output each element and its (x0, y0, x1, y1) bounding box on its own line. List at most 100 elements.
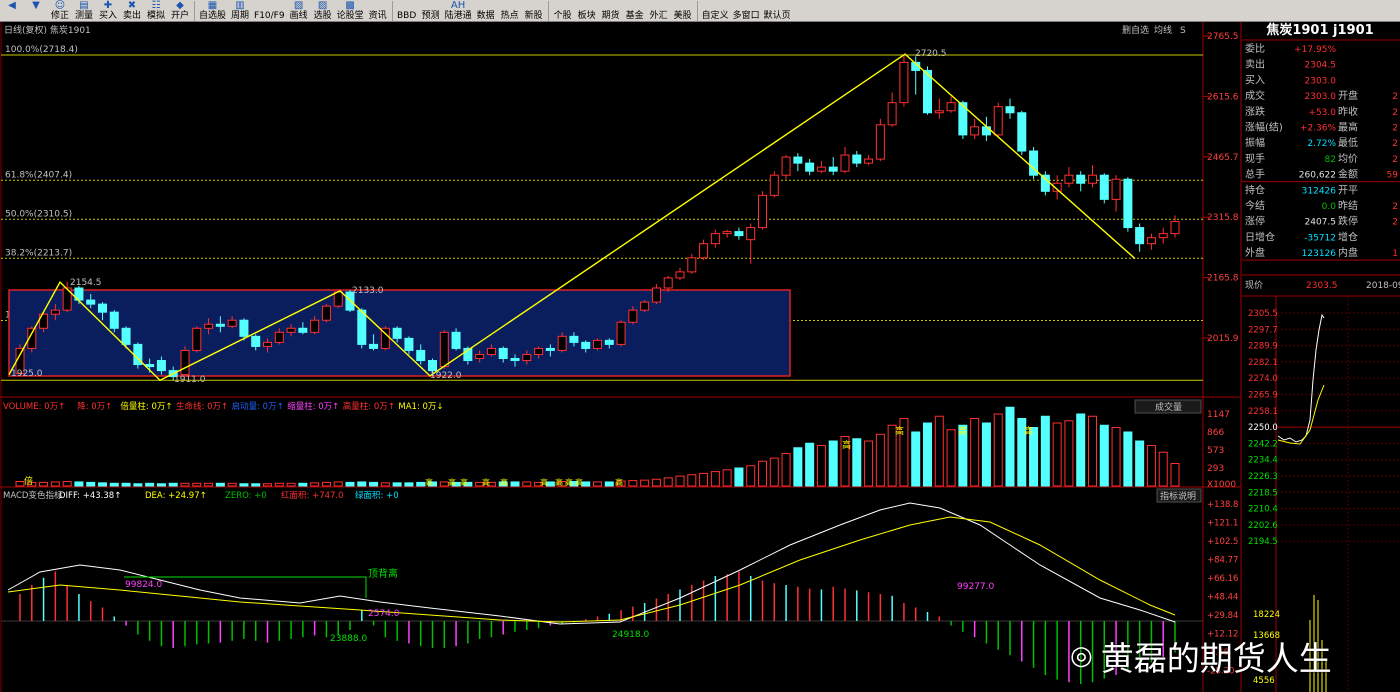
volume-bar (156, 483, 166, 487)
volume-bar (640, 479, 650, 487)
toolbar-button-2[interactable]: ☺ 修正 (48, 0, 72, 21)
macd-legend-item: ZERO: +0 (225, 491, 267, 501)
toolbar-button-15[interactable]: BBD (395, 0, 419, 21)
toolbar-button-10[interactable]: F10/F9 (252, 0, 287, 21)
candle-body (746, 227, 756, 241)
candle-body (1088, 174, 1097, 184)
candle-body (1123, 178, 1133, 229)
toolbar-button-26[interactable]: 美股 (671, 0, 695, 21)
candle-body (887, 102, 897, 126)
volume-bar (781, 453, 791, 487)
toolbar-button-7[interactable]: ◆ 开户 (168, 0, 192, 21)
macd-legend-item: 绿面积: +0 (355, 490, 399, 501)
toolbar-button-14[interactable]: 资讯 (366, 0, 390, 21)
toolbar-button-17[interactable]: AH 陆港通 (443, 0, 474, 21)
price-tick-label: 2165.8 (1207, 274, 1239, 284)
toolbar-label: 画线 (289, 11, 308, 21)
toolbar-button-5[interactable]: ✖ 卖出 (120, 0, 144, 21)
intraday-tick-label: 2250.0 (1248, 423, 1278, 433)
toolbar-button-9[interactable]: ▥ 周期 (228, 0, 252, 21)
volume-bar (1005, 406, 1015, 487)
toolbar-button-18[interactable]: 数据 (474, 0, 498, 21)
toolbar-button-4[interactable]: ✚ 买入 (96, 0, 120, 21)
toolbar-button-12[interactable]: ▨ 选股 (311, 0, 335, 21)
quote-field-label: 现手 (1245, 152, 1265, 165)
volume-bar (263, 483, 272, 487)
volume-high-mark: 高 (958, 425, 967, 437)
candle-body (274, 331, 284, 343)
volume-bar (204, 482, 214, 487)
toolbar-icon: ▤ (79, 0, 89, 11)
quote-field-label: 买入 (1245, 74, 1265, 86)
candle-body (251, 335, 261, 347)
toolbar-button-23[interactable]: 期货 (599, 0, 623, 21)
volume-bar (380, 482, 390, 487)
quote-field-value: 2304.5 (1305, 61, 1337, 71)
toolbar-button-13[interactable]: ▩ 论股堂 (335, 0, 366, 21)
toolbar-button-29[interactable]: 默认页 (762, 0, 793, 21)
candle-body (687, 257, 697, 273)
toolbar-button-20[interactable]: 新股 (522, 0, 546, 21)
toolbar-button-25[interactable]: 外汇 (647, 0, 671, 21)
candle-body (616, 321, 626, 345)
volume-tick-label: 293 (1207, 464, 1224, 474)
toolbar-button-1[interactable]: ▼ (24, 0, 48, 21)
volume-high-mark: 高 (615, 477, 623, 487)
quote-field-value: 0.0 (1322, 202, 1337, 212)
quote-field-value: 2 (1392, 202, 1398, 212)
fib-label: 100.0%(2718.4) (5, 45, 78, 55)
quote-field-label: 内盘 (1338, 246, 1358, 259)
quote-field-value: 2 (1392, 92, 1398, 102)
candle-body (298, 327, 308, 333)
volume-bar (875, 433, 885, 487)
volume-bar (687, 474, 697, 487)
now-price-label: 现价 (1245, 280, 1263, 291)
weibo-logo-icon: ◎ (1070, 641, 1093, 671)
volume-bar (510, 481, 520, 487)
candle-body (215, 323, 225, 327)
toolbar-button-24[interactable]: 基金 (623, 0, 647, 21)
toolbar-button-22[interactable]: 板块 (575, 0, 599, 21)
macd-tick-label: +121.1 (1207, 519, 1238, 529)
volume-tick-label: 573 (1207, 446, 1224, 456)
toolbar-button-28[interactable]: 多窗口 (731, 0, 762, 21)
volume-legend-item: 生命线: 0万↑ (176, 401, 228, 412)
candle-body (593, 339, 602, 349)
toolbar-button-11[interactable]: ▧ 画线 (287, 0, 311, 21)
volume-bar (74, 481, 84, 487)
kline-chart-area[interactable]: 日线(复权) 焦炭1901 删自选 均线 S 100.0%(2718.4) 61.8%(2… (0, 22, 1400, 692)
ma-toggle-button: 均线 (1154, 24, 1172, 36)
volume-bar (1052, 422, 1062, 487)
toolbar-button-16[interactable]: 预测 (419, 0, 443, 21)
candle-body (1017, 112, 1027, 152)
toolbar-button-3[interactable]: ▤ 测量 (72, 0, 96, 21)
candle-body (145, 364, 155, 368)
indicator-help-label: 指标说明 (1160, 490, 1196, 502)
toolbar-button-19[interactable]: 热点 (498, 0, 522, 21)
candle-body (628, 309, 638, 323)
toolbar-button-21[interactable]: 个股 (551, 0, 575, 21)
volume-high-mark: 高 (842, 439, 851, 451)
candle-body (781, 156, 791, 176)
quote-field-label: 均价 (1338, 153, 1358, 165)
intraday-tick-label: 2202.6 (1248, 521, 1278, 531)
toolbar-label: 热点 (500, 11, 519, 21)
toolbar-label: 测量 (74, 11, 93, 21)
toolbar-button-8[interactable]: ▦ 自选股 (197, 0, 228, 21)
macd-label: 24918.0 (612, 630, 649, 640)
price-tick-label: 2015.9 (1207, 334, 1239, 344)
toolbar-button-27[interactable]: 自定义 (700, 0, 731, 21)
intraday-tick-label: 2274.0 (1248, 374, 1278, 384)
candle-body (805, 162, 815, 172)
candle-body (1170, 221, 1180, 235)
toolbar-button-0[interactable]: ◀ (0, 0, 24, 21)
volume-bar (345, 481, 355, 487)
candle-body (1135, 227, 1145, 245)
volume-high-mark: 高 (540, 477, 548, 487)
toolbar-button-6[interactable]: ☷ 模拟 (144, 0, 168, 21)
intraday-tick-label: 2226.3 (1248, 472, 1278, 482)
quote-field-label: 金额 (1338, 168, 1358, 181)
candle-body (899, 61, 909, 104)
volume-bar (769, 457, 779, 487)
candle-body (263, 341, 272, 347)
